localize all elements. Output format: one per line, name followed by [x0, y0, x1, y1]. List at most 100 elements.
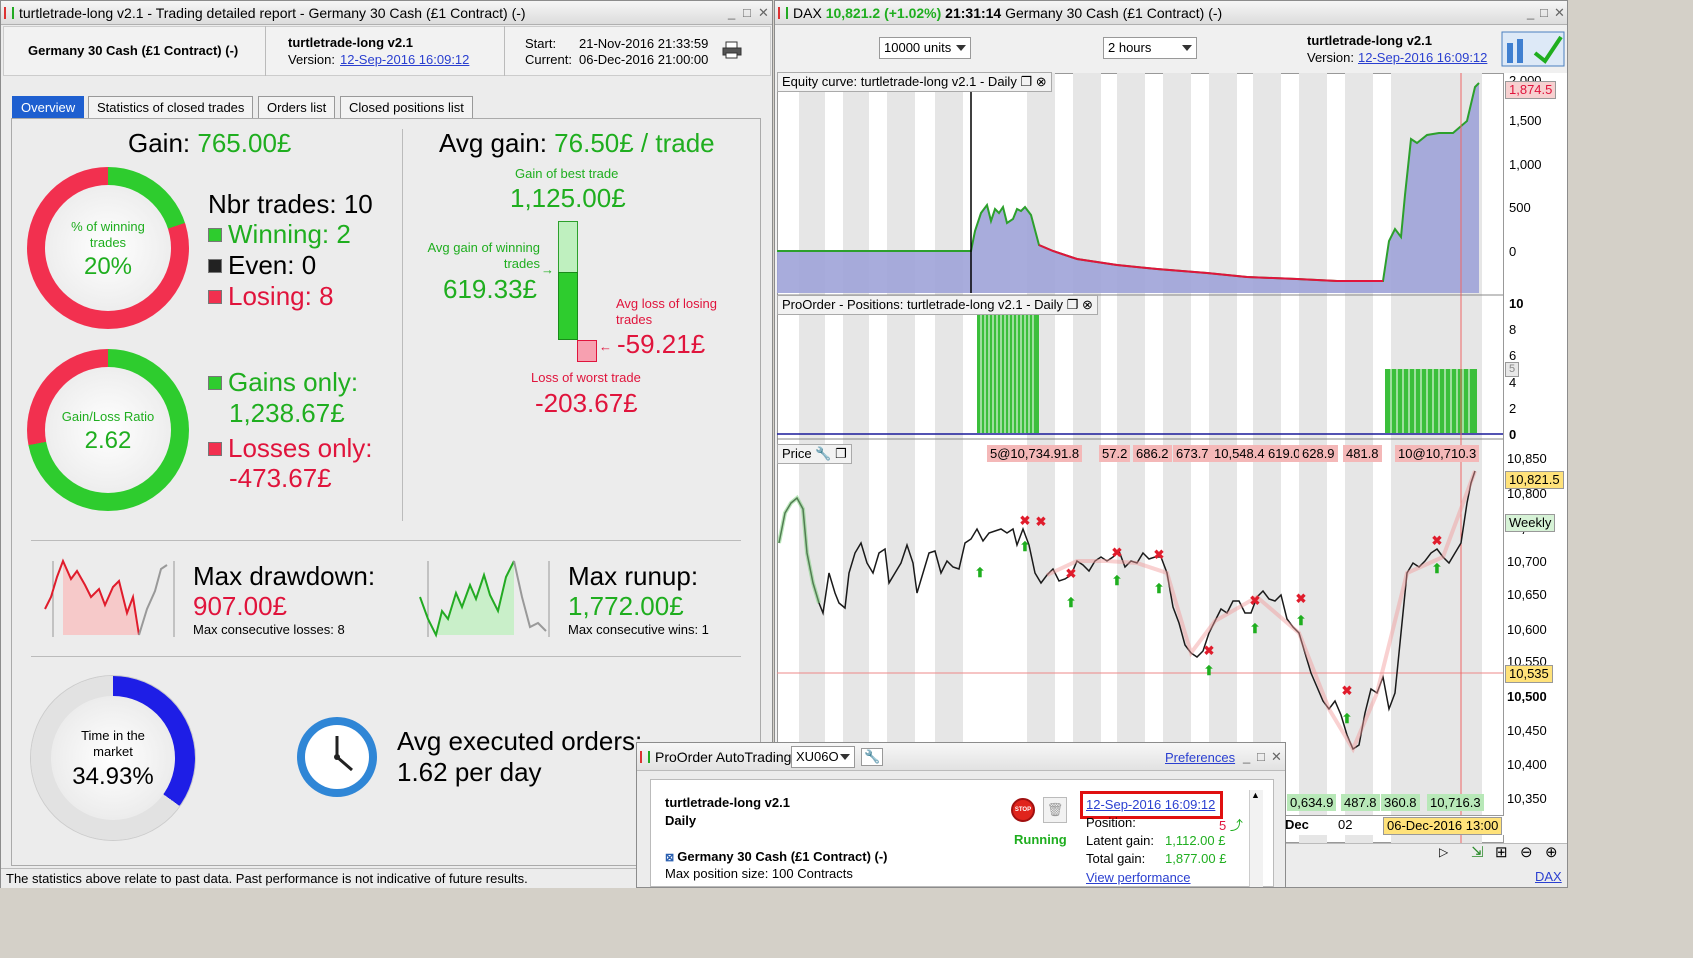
status-dax[interactable]: DAX [1535, 869, 1562, 884]
view-performance-link[interactable]: View performance [1086, 870, 1191, 885]
price-axis-4: 10,650 [1507, 587, 1547, 602]
svg-text:✖: ✖ [1154, 547, 1165, 562]
gains-only-label: Gains only: [228, 367, 359, 397]
svg-text:✖: ✖ [1066, 566, 1077, 581]
account-select[interactable]: XU06O [791, 746, 855, 768]
svg-text:⬆: ⬆ [1250, 621, 1261, 636]
close-icon[interactable]: ✕ [1554, 1, 1565, 25]
positions-axis-5: 0 [1509, 427, 1517, 442]
svg-text:✖: ✖ [1250, 593, 1261, 608]
price-axis-8: 10,450 [1507, 723, 1547, 738]
window-icon[interactable]: ❐ [835, 446, 847, 461]
print-icon[interactable] [722, 41, 742, 59]
preferences-link[interactable]: Preferences [1165, 750, 1235, 765]
equity-panel-label[interactable]: Equity curve: turtletrade-long v2.1 - Da… [777, 72, 1052, 92]
chart-version-link[interactable]: 12-Sep-2016 16:09:12 [1358, 50, 1487, 65]
scroll-up-icon[interactable]: ▲ [1251, 790, 1260, 800]
avg-orders-value: 1.62 per day [397, 757, 542, 787]
chart-title-instrument: Germany 30 Cash (£1 Contract) (-) [1005, 5, 1223, 21]
stop-label: STOP [1014, 807, 1032, 813]
po-version-link[interactable]: 12-Sep-2016 16:09:12 [1086, 797, 1215, 812]
period-select-value: 2 hours [1108, 40, 1152, 55]
losing-row: Losing: 8 [208, 281, 334, 312]
period-select[interactable]: 2 hours [1103, 37, 1197, 59]
avg-winning-label: Avg gain of winning trades [427, 240, 540, 271]
current-value: 06-Dec-2016 21:00:00 [579, 52, 709, 67]
chevron-down-icon [840, 754, 850, 760]
po-latent-label: Latent gain: [1086, 833, 1154, 848]
top-label-1: 57.2 [1099, 445, 1131, 462]
xaxis-highlight: 06-Dec-2016 13:00 [1383, 817, 1503, 835]
svg-text:⬆: ⬆ [1342, 711, 1353, 726]
bottom-label-1: 487.8 [1341, 794, 1380, 811]
zoom-out-icon[interactable]: ⊖ [1520, 843, 1533, 861]
drawdown-sparkline [44, 558, 175, 637]
units-select[interactable]: 10000 units [879, 37, 971, 59]
chart-title-price: 10,821.2 (+1.02%) [825, 5, 942, 21]
chevron-down-icon [1182, 45, 1192, 51]
avg-losing-bar [577, 340, 597, 362]
svg-text:✖: ✖ [1204, 643, 1215, 658]
units-select-value: 10000 units [884, 40, 952, 55]
positions-axis-4: 2 [1509, 401, 1517, 416]
window-icon[interactable]: ❐ [1067, 297, 1079, 312]
tab-overview[interactable]: Overview [12, 96, 85, 118]
price-axis-5: 10,600 [1507, 622, 1547, 637]
po-strategy-name: turtletrade-long v2.1 [665, 795, 790, 810]
tab-orders-list[interactable]: Orders list [258, 96, 336, 118]
worst-trade-value: -203.67£ [535, 388, 638, 418]
header-version-label: Version: [288, 52, 335, 67]
zoom-in-icon[interactable]: ⊕ [1545, 843, 1558, 861]
losses-swatch [208, 442, 222, 456]
gains-only-value: 1,238.67£ [229, 398, 345, 428]
instrument-icon: ⊠ [665, 852, 678, 864]
chart-strategy-name: turtletrade-long v2.1 [1307, 33, 1432, 48]
chevron-down-icon [956, 45, 966, 51]
po-scrollbar[interactable] [1249, 790, 1263, 887]
stop-button[interactable]: STOP [1011, 798, 1035, 822]
positions-axis-3: 4 [1509, 375, 1517, 390]
po-position-label: Position: [1086, 815, 1136, 830]
wrench-icon[interactable]: 🔧 [815, 446, 831, 461]
tab-statistics[interactable]: Statistics of closed trades [88, 96, 254, 118]
maximize-icon[interactable]: □ [1540, 1, 1548, 25]
po-total-value: 1,877.00 £ [1165, 851, 1227, 866]
winning-swatch [208, 228, 222, 242]
close-icon[interactable]: ✕ [758, 1, 769, 25]
max-drawdown-label: Max drawdown: [193, 561, 376, 591]
minimize-icon[interactable]: _ [1527, 1, 1534, 25]
maximize-icon[interactable]: □ [1257, 745, 1265, 769]
trash-icon[interactable]: 🗑 [1043, 797, 1067, 823]
max-consec-losses: Max consecutive losses: 8 [193, 622, 345, 637]
positions-axis-0: 10 [1509, 296, 1524, 311]
zoom-fit-icon[interactable]: ⊞ [1495, 843, 1508, 861]
minimize-icon[interactable]: _ [1243, 745, 1250, 769]
minimize-icon[interactable]: _ [728, 1, 735, 25]
max-runup-label: Max runup: [568, 561, 699, 591]
equity-axis-4: 0 [1509, 244, 1517, 259]
indicator-icon[interactable]: ⇲ [1471, 843, 1484, 861]
close-icon[interactable]: ✕ [1271, 745, 1282, 769]
top-label-8: 10@10,710.3 [1395, 445, 1480, 462]
report-titlebar[interactable]: turtletrade-long v2.1 - Trading detailed… [1, 1, 772, 25]
tab-closed-positions[interactable]: Closed positions list [340, 96, 473, 118]
wrench-icon[interactable]: 🔧 [861, 748, 884, 766]
close-panel-icon[interactable]: ⊗ [1036, 74, 1047, 89]
winning-row: Winning: 2 [208, 219, 351, 250]
positions-axis-2: 6 [1509, 348, 1517, 363]
positions-panel-label[interactable]: ProOrder - Positions: turtletrade-long v… [777, 295, 1098, 315]
chart-version-label: Version: [1307, 50, 1354, 65]
top-label-4: 10,548.4 [1211, 445, 1268, 462]
gain-heading: Gain: 765.00£ [128, 128, 291, 159]
header-version-link[interactable]: 12-Sep-2016 16:09:12 [340, 52, 469, 67]
price-panel-label[interactable]: Price 🔧 ❐ [777, 444, 852, 464]
top-label-6: 628.9 [1299, 445, 1338, 462]
current-label: Current: [525, 52, 572, 67]
strategy-chart-icon[interactable] [1501, 31, 1565, 67]
scroll-right-icon[interactable]: ▷ [1439, 845, 1448, 859]
close-panel-icon[interactable]: ⊗ [1082, 297, 1093, 312]
maximize-icon[interactable]: □ [743, 1, 751, 25]
window-icon[interactable]: ❐ [1020, 74, 1032, 89]
avg-losing-arrow: ← [599, 339, 612, 354]
chart-titlebar[interactable]: DAX 10,821.2 (+1.02%) 21:31:14 Germany 3… [775, 1, 1567, 25]
